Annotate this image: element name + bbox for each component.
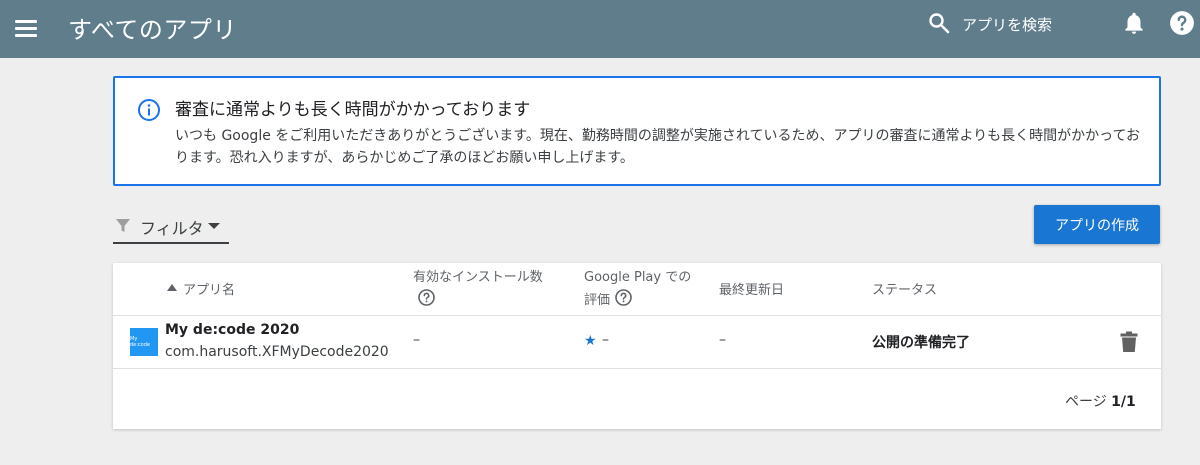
app-name[interactable]: My de:code 2020	[165, 322, 299, 338]
page-title: すべてのアプリ	[68, 16, 237, 44]
menu-icon[interactable]	[12, 14, 40, 42]
header-divider	[113, 315, 1161, 316]
header-rating: Google Play での	[584, 270, 692, 285]
sort-ascending-icon[interactable]	[167, 284, 177, 291]
header-rating-line2: 評価	[584, 293, 611, 308]
pager-label: ページ	[1065, 394, 1112, 410]
info-icon	[138, 99, 160, 121]
last-updated-value: –	[719, 332, 726, 348]
help-icon[interactable]	[1169, 10, 1195, 36]
header-installs: 有効なインストール数	[413, 270, 543, 285]
app-package-name: com.harusoft.XFMyDecode2020	[165, 344, 389, 360]
rating-value: –	[602, 332, 609, 348]
search-input[interactable]: アプリを検索	[962, 14, 1052, 35]
trash-icon[interactable]	[1120, 331, 1138, 353]
header-status: ステータス	[872, 283, 938, 298]
pagination: ページ 1/1	[1065, 391, 1136, 411]
app-thumbnail[interactable]: My de:code	[130, 328, 158, 356]
help-circle-icon[interactable]	[615, 289, 632, 306]
apps-table: アプリ名 有効なインストール数 Google Play での 評価 最終更新日 …	[113, 263, 1161, 429]
row-divider	[113, 368, 1161, 369]
search-icon[interactable]	[927, 11, 951, 35]
installs-value: –	[413, 332, 420, 348]
filter-label: フィルタ	[140, 219, 204, 238]
help-circle-icon[interactable]	[418, 289, 435, 306]
bell-icon[interactable]	[1121, 10, 1147, 36]
pager-value: 1/1	[1111, 394, 1136, 410]
header-app-name[interactable]: アプリ名	[183, 279, 235, 298]
chevron-down-icon	[208, 223, 220, 229]
header-last-updated: 最終更新日	[719, 283, 785, 298]
status-badge: 公開の準備完了	[872, 335, 970, 351]
review-delay-notice: 審査に通常よりも長く時間がかかっております いつも Google をご利用いただ…	[113, 76, 1161, 186]
top-app-bar: すべてのアプリ アプリを検索	[0, 0, 1200, 58]
notice-body: いつも Google をご利用いただきありがとうございます。現在、勤務時間の調整…	[175, 128, 1141, 166]
create-app-button[interactable]: アプリの作成	[1034, 205, 1160, 244]
star-icon: ★	[584, 333, 597, 349]
notice-title: 審査に通常よりも長く時間がかかっております	[175, 100, 531, 120]
filter-dropdown[interactable]: フィルタ	[113, 210, 229, 244]
filter-icon	[116, 219, 130, 232]
